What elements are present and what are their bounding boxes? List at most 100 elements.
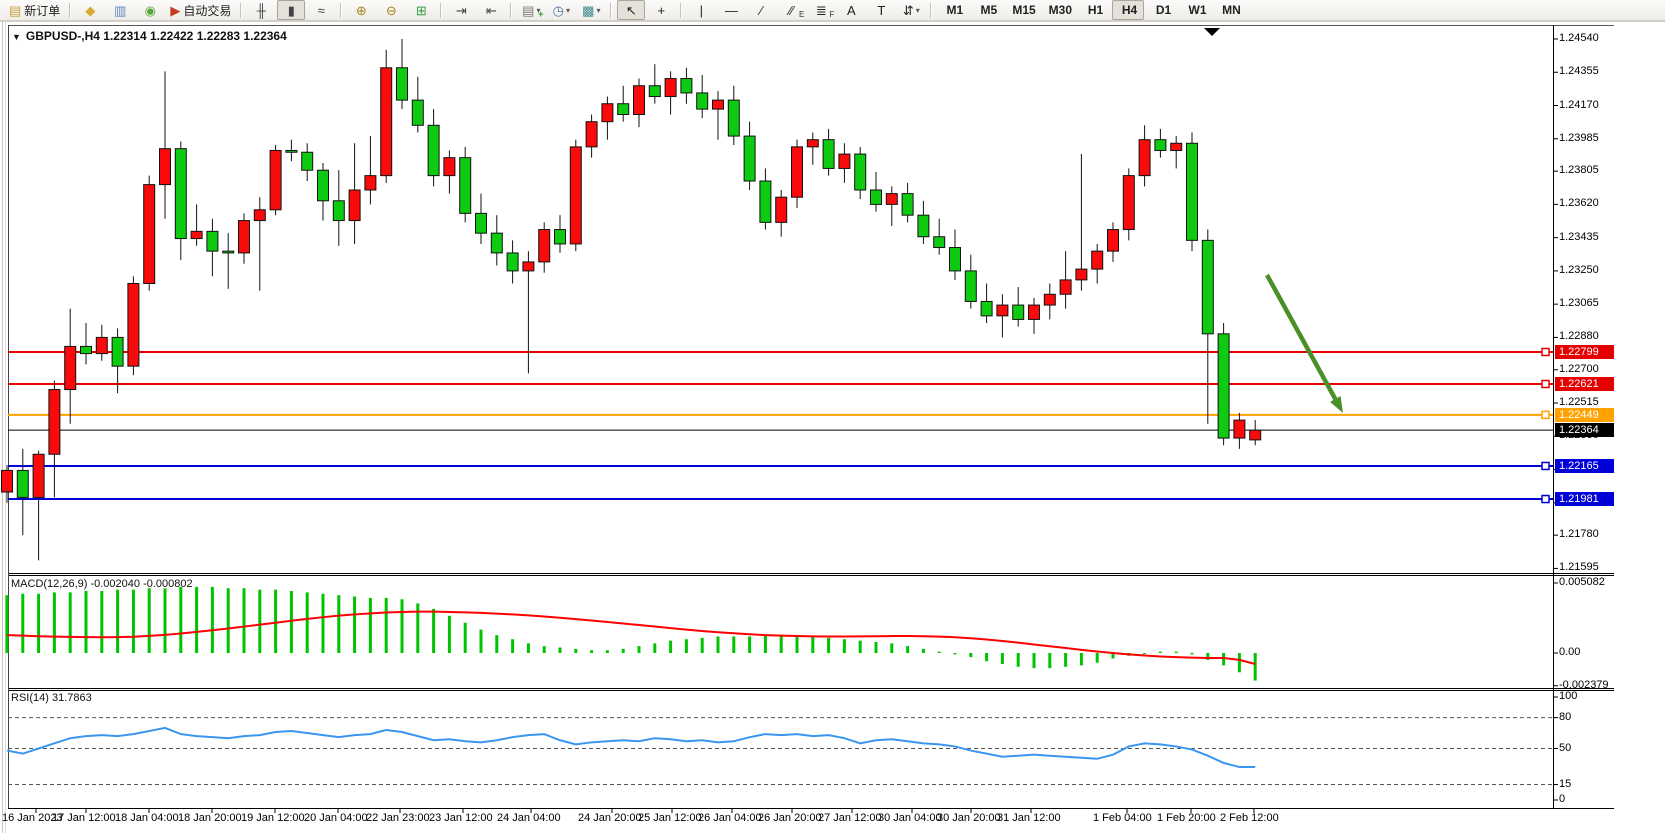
macd-histogram-bar bbox=[1143, 653, 1146, 654]
text-label-button[interactable]: T bbox=[867, 0, 895, 20]
horizontal-line-button[interactable]: — bbox=[717, 0, 745, 20]
macd-histogram-bar bbox=[132, 590, 135, 653]
chart-shift-marker[interactable] bbox=[1204, 28, 1220, 36]
charts-grid-button[interactable]: ◆ bbox=[76, 0, 104, 20]
tf-mn-button[interactable]: MN bbox=[1214, 0, 1246, 20]
candle-body bbox=[523, 262, 534, 271]
trend-arrow-shaft[interactable] bbox=[1267, 275, 1335, 399]
tf-h4-button-label: H4 bbox=[1122, 3, 1137, 17]
candle-body bbox=[381, 68, 392, 176]
candle-body bbox=[444, 158, 455, 176]
candle-body bbox=[1155, 140, 1166, 151]
crosshair-button[interactable]: + bbox=[647, 0, 675, 20]
macd-histogram-bar bbox=[1033, 653, 1036, 668]
channel-button[interactable]: ∕∕E bbox=[777, 0, 805, 20]
tf-m15-button[interactable]: M15 bbox=[1005, 0, 1039, 20]
tf-h4-button[interactable]: H4 bbox=[1112, 0, 1144, 20]
tf-w1-button-label: W1 bbox=[1189, 3, 1207, 17]
candle-body bbox=[618, 104, 629, 115]
charts-grid-icon: ◆ bbox=[85, 4, 95, 17]
trend-arrow-head[interactable] bbox=[1330, 396, 1343, 413]
tf-h1-button[interactable]: H1 bbox=[1078, 0, 1110, 20]
macd-histogram-bar bbox=[179, 587, 182, 653]
chevron-down-icon: ▾ bbox=[916, 6, 920, 15]
periods-button[interactable]: ◷▾ bbox=[547, 0, 575, 20]
text-button[interactable]: A bbox=[837, 0, 865, 20]
market-watch-button[interactable]: ▥ bbox=[106, 0, 134, 20]
cursor-button[interactable]: ↖ bbox=[617, 0, 645, 20]
macd-histogram-bar bbox=[859, 641, 862, 653]
zoom-out-button[interactable]: ⊖ bbox=[377, 0, 405, 20]
line-handle[interactable] bbox=[1542, 411, 1549, 418]
line-handle[interactable] bbox=[1542, 462, 1549, 469]
trendline-button[interactable]: ∕ bbox=[747, 0, 775, 20]
macd-histogram-bar bbox=[1080, 653, 1083, 665]
horizontal-line-icon: — bbox=[725, 4, 738, 17]
toolbar-separator bbox=[680, 3, 682, 18]
tf-m30-button-label: M30 bbox=[1049, 3, 1072, 17]
candle-body bbox=[428, 125, 439, 175]
candle-body bbox=[112, 337, 123, 366]
candle-chart-button[interactable]: ▮ bbox=[277, 0, 305, 20]
new-order-button[interactable]: ▤新订单 bbox=[5, 0, 64, 20]
candle-body bbox=[555, 230, 566, 244]
macd-histogram-bar bbox=[527, 643, 530, 653]
macd-histogram-bar bbox=[1096, 653, 1099, 663]
candle-body bbox=[239, 221, 250, 253]
candle-body bbox=[1218, 334, 1229, 438]
auto-scroll-button[interactable]: ⇤ bbox=[477, 0, 505, 20]
tf-mn-button-label: MN bbox=[1222, 3, 1241, 17]
indicators-button[interactable]: ▤+▾ bbox=[517, 0, 545, 20]
tf-m5-button[interactable]: M5 bbox=[971, 0, 1003, 20]
tf-m1-button[interactable]: M1 bbox=[937, 0, 969, 20]
tf-m30-button[interactable]: M30 bbox=[1042, 0, 1076, 20]
macd-histogram-bar bbox=[969, 653, 972, 657]
macd-histogram-bar bbox=[100, 591, 103, 653]
candle-body bbox=[697, 93, 708, 109]
arrows-button[interactable]: ⇵▾ bbox=[897, 0, 925, 20]
toolbar-separator bbox=[240, 3, 242, 18]
candle-body bbox=[254, 210, 265, 221]
navigator-button[interactable]: ◉ bbox=[136, 0, 164, 20]
macd-histogram-bar bbox=[21, 594, 24, 653]
template-button[interactable]: ▩▾ bbox=[577, 0, 605, 20]
candle-body bbox=[649, 86, 660, 97]
toolbar-separator bbox=[930, 3, 932, 18]
tf-w1-button[interactable]: W1 bbox=[1180, 0, 1212, 20]
bar-chart-button[interactable]: ╫ bbox=[247, 0, 275, 20]
template-icon: ▩ bbox=[582, 4, 594, 17]
tf-d1-button[interactable]: D1 bbox=[1146, 0, 1178, 20]
macd-histogram-bar bbox=[464, 623, 467, 653]
sub-letter: F bbox=[829, 11, 834, 19]
macd-histogram-bar bbox=[448, 616, 451, 653]
fibonacci-icon: ≣ bbox=[816, 4, 827, 17]
macd-histogram-bar bbox=[717, 636, 720, 653]
macd-histogram-bar bbox=[732, 636, 735, 653]
macd-histogram-bar bbox=[1191, 653, 1194, 654]
macd-histogram-bar bbox=[827, 638, 830, 653]
macd-histogram-bar bbox=[290, 591, 293, 653]
candle-body bbox=[634, 86, 645, 115]
vertical-line-button[interactable]: | bbox=[687, 0, 715, 20]
fibonacci-button[interactable]: ≣F bbox=[807, 0, 835, 20]
candle-body bbox=[871, 190, 882, 204]
macd-histogram-bar bbox=[543, 646, 546, 653]
line-handle[interactable] bbox=[1542, 496, 1549, 503]
line-handle[interactable] bbox=[1542, 380, 1549, 387]
line-handle[interactable] bbox=[1542, 348, 1549, 355]
market-watch-icon: ▥ bbox=[114, 4, 126, 17]
candle-body bbox=[586, 122, 597, 147]
candle-body bbox=[965, 271, 976, 302]
candle-body bbox=[365, 176, 376, 190]
trendline-icon: ∕ bbox=[760, 4, 762, 17]
macd-histogram-bar bbox=[985, 653, 988, 661]
tile-windows-button[interactable]: ⊞ bbox=[407, 0, 435, 20]
macd-histogram-bar bbox=[764, 635, 767, 653]
zoom-in-button[interactable]: ⊕ bbox=[347, 0, 375, 20]
auto-trading-button[interactable]: ▶自动交易 bbox=[166, 0, 235, 20]
chart-canvas[interactable] bbox=[0, 0, 1665, 833]
candle-body bbox=[1092, 251, 1103, 269]
shift-chart-end-button[interactable]: ⇥ bbox=[447, 0, 475, 20]
macd-histogram-bar bbox=[227, 588, 230, 653]
line-chart-button[interactable]: ≈ bbox=[307, 0, 335, 20]
